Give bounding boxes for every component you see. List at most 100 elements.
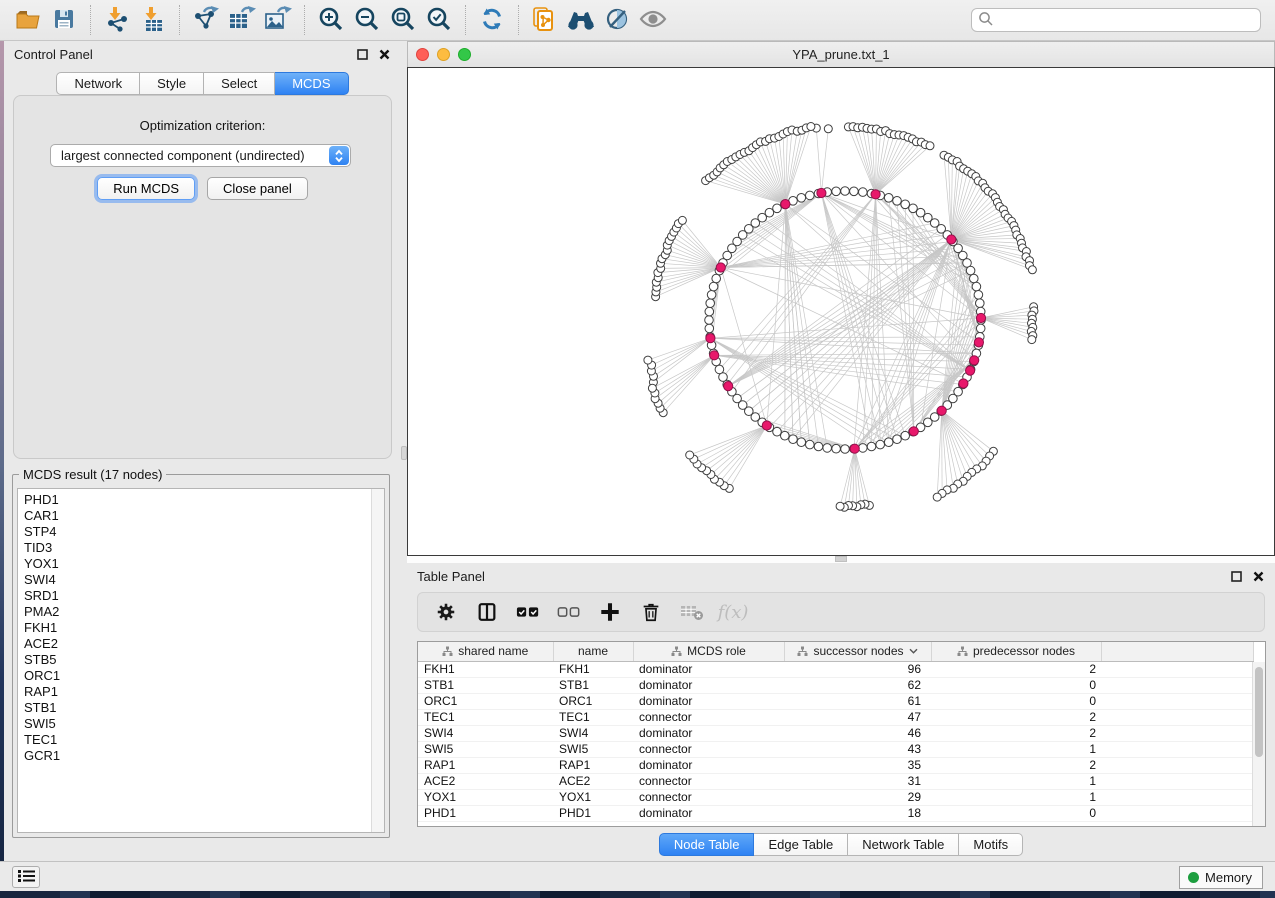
cell-shared-name[interactable]: YOX1 — [418, 789, 553, 805]
tab-style[interactable]: Style — [140, 72, 204, 95]
column-header-name[interactable]: name — [553, 642, 633, 661]
cell-successor-nodes[interactable]: 35 — [784, 757, 931, 773]
cell-shared-name[interactable]: SWI5 — [418, 741, 553, 757]
cell-predecessor-nodes[interactable]: 2 — [931, 757, 1101, 773]
cell-name[interactable]: STB1 — [553, 677, 633, 693]
graph-node[interactable] — [836, 502, 844, 510]
graph-node[interactable] — [972, 282, 981, 291]
close-panel-icon[interactable] — [1252, 570, 1265, 583]
graph-node[interactable] — [876, 440, 885, 449]
table-scrollbar[interactable] — [1252, 662, 1265, 826]
graph-node[interactable] — [715, 365, 724, 374]
graph-node[interactable] — [966, 266, 975, 275]
graph-node[interactable] — [867, 442, 876, 451]
export-table-button[interactable] — [224, 4, 260, 36]
mcds-result-item[interactable]: ACE2 — [24, 636, 371, 652]
cell-shared-name[interactable]: TEC1 — [418, 709, 553, 725]
cell-successor-nodes[interactable]: 47 — [784, 709, 931, 725]
delete-column-icon[interactable] — [639, 600, 663, 624]
graph-node[interactable] — [814, 442, 823, 451]
graph-node[interactable] — [933, 493, 941, 501]
mcds-node[interactable] — [706, 334, 715, 343]
cell-shared-name[interactable]: SWI4 — [418, 725, 553, 741]
graph-node[interactable] — [648, 384, 656, 392]
graph-node[interactable] — [970, 274, 979, 283]
cell-mcds-role[interactable]: connector — [633, 789, 784, 805]
cell-predecessor-nodes[interactable]: 2 — [931, 709, 1101, 725]
cell-shared-name[interactable]: ORC1 — [418, 693, 553, 709]
run-mcds-button[interactable]: Run MCDS — [97, 177, 195, 200]
mcds-result-item[interactable]: RAP1 — [24, 684, 371, 700]
cell-name[interactable]: TEC1 — [553, 709, 633, 725]
columns-icon[interactable] — [475, 600, 499, 624]
zoom-out-button[interactable] — [349, 4, 385, 36]
cell-mcds-role[interactable]: dominator — [633, 661, 784, 677]
graph-node[interactable] — [644, 356, 652, 364]
open-session-button[interactable] — [10, 4, 46, 36]
export-network-button[interactable] — [188, 4, 224, 36]
mcds-node[interactable] — [817, 188, 826, 197]
graph-node[interactable] — [859, 188, 868, 197]
cell-name[interactable]: ORC1 — [553, 693, 633, 709]
close-panel-icon[interactable] — [378, 48, 391, 61]
graph-node[interactable] — [841, 187, 850, 196]
table-row[interactable]: TEC1TEC1connector472 — [418, 709, 1254, 725]
table-row[interactable]: ORC1ORC1dominator610 — [418, 693, 1254, 709]
mcds-result-item[interactable]: STP4 — [24, 524, 371, 540]
mcds-node[interactable] — [781, 200, 790, 209]
mcds-result-item[interactable]: PHD1 — [24, 492, 371, 508]
zoom-in-button[interactable] — [313, 4, 349, 36]
import-network-button[interactable] — [99, 4, 135, 36]
mcds-node[interactable] — [959, 379, 968, 388]
graph-node[interactable] — [974, 291, 983, 300]
cell-successor-nodes[interactable]: 96 — [784, 661, 931, 677]
tab-network-table[interactable]: Network Table — [848, 833, 959, 856]
graph-node[interactable] — [1028, 336, 1036, 344]
graph-node[interactable] — [1028, 266, 1036, 274]
mcds-result-item[interactable]: SWI4 — [24, 572, 371, 588]
graph-node[interactable] — [797, 194, 806, 203]
table-row[interactable]: RAP1RAP1dominator352 — [418, 757, 1254, 773]
graph-node[interactable] — [893, 197, 902, 206]
float-panel-icon[interactable] — [1230, 570, 1243, 583]
search-box[interactable] — [971, 8, 1261, 32]
graph-node[interactable] — [806, 191, 815, 200]
graph-node[interactable] — [859, 444, 868, 453]
apply-layout-button[interactable] — [474, 4, 510, 36]
column-header-shared-name[interactable]: shared name — [418, 642, 553, 661]
mcds-node[interactable] — [716, 263, 725, 272]
cell-mcds-role[interactable]: connector — [633, 709, 784, 725]
cell-shared-name[interactable]: FKH1 — [418, 661, 553, 677]
graph-node[interactable] — [824, 125, 832, 133]
mcds-node[interactable] — [937, 406, 946, 415]
splitter-grip[interactable] — [835, 556, 847, 562]
column-header-mcds-role[interactable]: MCDS role — [633, 642, 784, 661]
mcds-result-item[interactable]: SWI5 — [24, 716, 371, 732]
cytoscape-web-export-button[interactable] — [527, 4, 563, 36]
cell-mcds-role[interactable]: dominator — [633, 805, 784, 821]
mcds-result-item[interactable]: STB5 — [24, 652, 371, 668]
mcds-result-item[interactable]: ORC1 — [24, 668, 371, 684]
table-row[interactable]: SWI4SWI4dominator462 — [418, 725, 1254, 741]
cell-predecessor-nodes[interactable]: 2 — [931, 661, 1101, 677]
tab-select[interactable]: Select — [204, 72, 275, 95]
cell-predecessor-nodes[interactable]: 2 — [931, 725, 1101, 741]
mcds-node[interactable] — [871, 190, 880, 199]
cell-predecessor-nodes[interactable]: 1 — [931, 773, 1101, 789]
cell-mcds-role[interactable]: dominator — [633, 693, 784, 709]
graph-node[interactable] — [781, 431, 790, 440]
cell-name[interactable]: SWI4 — [553, 725, 633, 741]
tab-edge-table[interactable]: Edge Table — [754, 833, 848, 856]
graph-node[interactable] — [884, 438, 893, 447]
cell-successor-nodes[interactable]: 18 — [784, 805, 931, 821]
cell-mcds-role[interactable]: dominator — [633, 677, 784, 693]
cell-successor-nodes[interactable]: 62 — [784, 677, 931, 693]
cell-name[interactable]: SWI5 — [553, 741, 633, 757]
cell-predecessor-nodes[interactable]: 0 — [931, 805, 1101, 821]
table-row[interactable]: YOX1YOX1connector291 — [418, 789, 1254, 805]
graph-node[interactable] — [678, 216, 686, 224]
mcds-result-item[interactable]: TID3 — [24, 540, 371, 556]
binoculars-button[interactable] — [563, 4, 599, 36]
cell-mcds-role[interactable]: dominator — [633, 725, 784, 741]
mcds-node[interactable] — [976, 313, 985, 322]
